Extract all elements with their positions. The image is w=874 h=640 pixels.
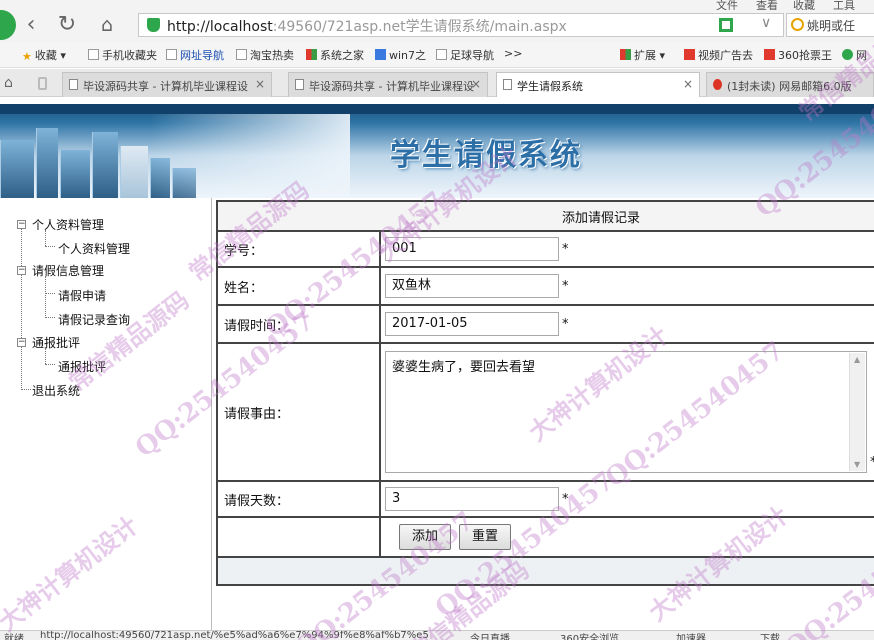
- required-mark: *: [562, 241, 569, 257]
- close-icon[interactable]: ×: [683, 77, 693, 91]
- tab-mail[interactable]: (1封未读) 网易邮箱6.0版: [706, 72, 874, 97]
- status-url: http://localhost:49560/721asp.net/%e5%ad…: [40, 630, 429, 640]
- sidebar-group-notice[interactable]: 通报批评: [32, 334, 80, 351]
- status-ready: 就绪: [4, 634, 24, 640]
- bookmark-system[interactable]: 系统之家: [306, 47, 364, 63]
- status-download[interactable]: 下载: [760, 631, 780, 640]
- sidebar-item-notice[interactable]: 通报批评: [58, 358, 106, 375]
- qr-code-icon[interactable]: [719, 18, 733, 32]
- ext-web[interactable]: 网: [842, 47, 867, 63]
- sidebar-item-leave-records[interactable]: 请假记录查询: [58, 311, 130, 328]
- bookmark-football[interactable]: 足球导航: [436, 47, 494, 63]
- browser-logo-icon: [0, 10, 16, 40]
- scroll-down-icon[interactable]: ▼: [854, 460, 860, 469]
- student-id-field[interactable]: 001: [385, 237, 559, 261]
- back-icon[interactable]: ‹: [18, 12, 44, 38]
- days-field[interactable]: 3: [385, 487, 559, 511]
- reason-text: 婆婆生病了，要回去看望: [392, 360, 536, 375]
- textarea-scrollbar[interactable]: ▲ ▼: [849, 353, 865, 471]
- sidebar-group-personal[interactable]: 个人资料管理: [32, 216, 104, 233]
- status-bar: 就绪 http://localhost:49560/721asp.net/%e5…: [0, 630, 874, 640]
- page-icon: [166, 49, 177, 60]
- video-icon: [684, 49, 695, 60]
- tree-toggle-personal[interactable]: −: [17, 220, 26, 229]
- chevron-down-icon[interactable]: ∨: [761, 15, 771, 31]
- bookmark-win7[interactable]: win7之: [375, 47, 426, 63]
- close-icon[interactable]: ×: [471, 77, 481, 91]
- status-live[interactable]: 今日直播: [470, 631, 510, 640]
- ext-ticket[interactable]: 360抢票王: [764, 47, 832, 63]
- tab-bar: ⌂ 毕设源码共享 - 计算机毕业课程设 × 毕设源码共享 - 计算机毕业课程设 …: [0, 69, 874, 97]
- name-label: 姓名：: [216, 266, 381, 306]
- mail-icon: [713, 79, 722, 90]
- bookmark-taobao[interactable]: 淘宝热卖: [236, 47, 294, 63]
- days-label: 请假天数：: [216, 480, 381, 518]
- sidebar-tree: − 个人资料管理 个人资料管理 − 请假信息管理 请假申请 请假记录查询 − 通…: [0, 198, 212, 630]
- tree-toggle-leave[interactable]: −: [17, 266, 26, 275]
- refresh-icon[interactable]: ↻: [54, 12, 80, 38]
- status-360[interactable]: 360安全浏览: [560, 631, 619, 640]
- browser-menubar: 文件 查看 收藏 工具: [0, 0, 874, 12]
- address-bar[interactable]: http://localhost:49560/721asp.net学生请假系统/…: [138, 13, 784, 37]
- scroll-up-icon[interactable]: ▲: [854, 355, 860, 364]
- bookmark-favorites[interactable]: ★ 收藏 ▾: [22, 47, 66, 63]
- search-input[interactable]: 姚明或任: [807, 17, 855, 34]
- reset-button[interactable]: 重置: [459, 524, 512, 550]
- required-mark: *: [562, 278, 569, 294]
- page-banner: 学生请假系统: [0, 104, 874, 198]
- sidebar-item-leave-apply[interactable]: 请假申请: [58, 287, 106, 304]
- page-icon: [436, 49, 447, 60]
- tab-phone-icon[interactable]: [38, 77, 47, 90]
- address-text[interactable]: http://localhost:49560/721asp.net学生请假系统/…: [167, 16, 567, 36]
- close-icon[interactable]: ×: [255, 77, 265, 91]
- form-title: 添加请假记录: [216, 200, 874, 232]
- browser-navbar: ‹ ↻ ⌂ http://localhost:49560/721asp.net学…: [0, 10, 874, 42]
- required-mark: *: [562, 491, 569, 507]
- bird-icon: [375, 49, 386, 60]
- reason-label: 请假事由：: [216, 342, 381, 482]
- required-mark: *: [870, 455, 874, 470]
- home-icon[interactable]: ⌂: [94, 12, 120, 38]
- tab-home-icon[interactable]: ⌂: [4, 75, 13, 91]
- page-icon: [69, 79, 78, 90]
- sidebar-item-logout[interactable]: 退出系统: [32, 382, 80, 399]
- form-footer: [216, 556, 874, 586]
- grid-icon: [620, 49, 631, 60]
- bookmark-mobile[interactable]: 手机收藏夹: [88, 47, 157, 63]
- add-button[interactable]: 添加: [399, 524, 452, 550]
- search-box[interactable]: 姚明或任: [786, 13, 874, 37]
- required-mark: *: [562, 316, 569, 332]
- ext-video-ad[interactable]: 视频广告去: [684, 47, 753, 63]
- bookmarks-more[interactable]: >>: [504, 47, 522, 60]
- extensions-button[interactable]: 扩展 ▾: [620, 47, 665, 63]
- tab-source-share-1[interactable]: 毕设源码共享 - 计算机毕业课程设 ×: [62, 72, 272, 97]
- tab-leave-system[interactable]: 学生请假系统 ×: [496, 72, 700, 97]
- search-icon: [791, 18, 804, 31]
- banner-title: 学生请假系统: [390, 138, 582, 173]
- sidebar-item-profile[interactable]: 个人资料管理: [58, 240, 130, 257]
- page-icon: [503, 79, 512, 90]
- web-icon: [842, 49, 853, 60]
- star-icon: ★: [22, 50, 32, 63]
- shield-icon: [147, 18, 160, 32]
- main-content: 添加请假记录 学号： 001 * 姓名： 双鱼林 * 请假时间： 2017-01-0…: [216, 200, 874, 586]
- sidebar-group-leave[interactable]: 请假信息管理: [32, 262, 104, 279]
- leave-form: 添加请假记录 学号： 001 * 姓名： 双鱼林 * 请假时间： 2017-01-0…: [216, 200, 874, 586]
- page-icon: [236, 49, 247, 60]
- tab-source-share-2[interactable]: 毕设源码共享 - 计算机毕业课程设 ×: [288, 72, 488, 97]
- bookmark-nav[interactable]: 网址导航: [166, 47, 224, 63]
- ticket-icon: [764, 49, 775, 60]
- windows-icon: [306, 49, 317, 60]
- page-icon: [295, 79, 304, 90]
- reason-textarea[interactable]: 婆婆生病了，要回去看望 ▲ ▼: [385, 351, 867, 473]
- student-id-label: 学号：: [216, 230, 381, 268]
- tree-toggle-notice[interactable]: −: [17, 338, 26, 347]
- phone-icon: [88, 49, 99, 60]
- status-accelerator[interactable]: 加速器: [676, 631, 706, 640]
- leave-date-label: 请假时间：: [216, 304, 381, 344]
- name-field[interactable]: 双鱼林: [385, 274, 559, 298]
- bookmarks-bar: ★ 收藏 ▾ 手机收藏夹 网址导航 淘宝热卖 系统之家 win7之 足球导航 >>…: [0, 42, 874, 68]
- leave-date-field[interactable]: 2017-01-05: [385, 312, 559, 336]
